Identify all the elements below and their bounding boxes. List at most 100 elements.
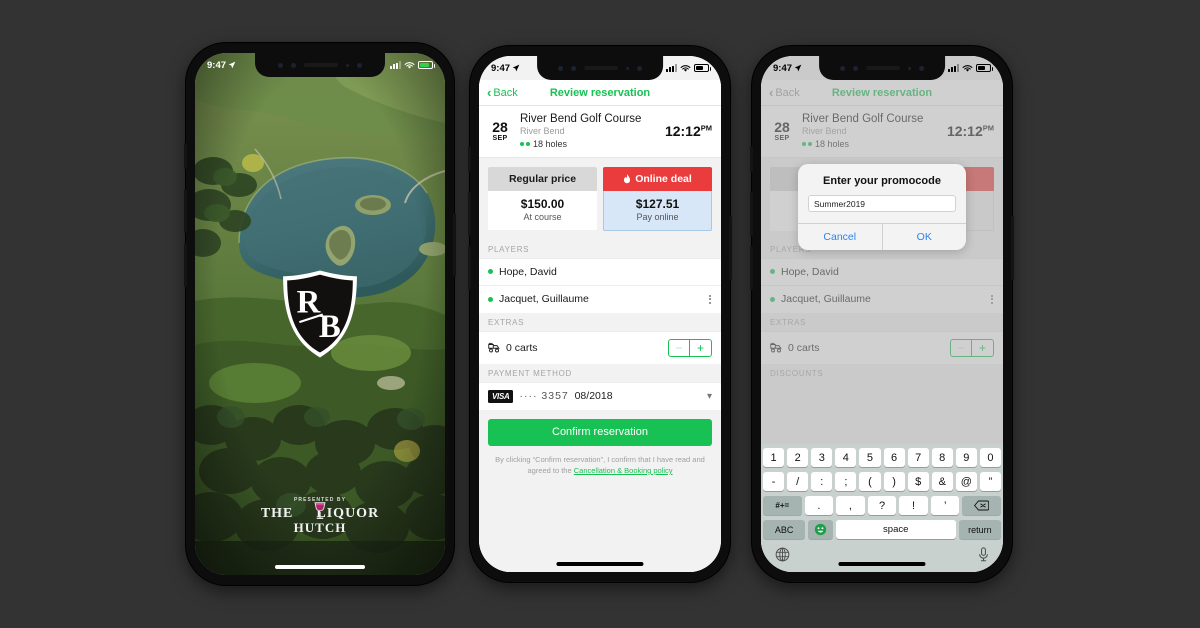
card-details: ···· 3357 08/2018 bbox=[519, 390, 700, 402]
key-symbols-toggle[interactable]: #+= bbox=[762, 496, 802, 515]
scroll-content[interactable]: 28 SEP River Bend Golf Course River Bend… bbox=[479, 106, 721, 572]
promocode-dialog-title: Enter your promocode bbox=[823, 175, 941, 187]
carts-stepper: − + bbox=[668, 338, 712, 357]
phone2-volume-up bbox=[468, 192, 471, 236]
sponsor-line-2: HUTCH bbox=[293, 520, 347, 536]
online-deal-amount: $127.51 bbox=[635, 196, 680, 211]
key-abc-toggle[interactable]: ABC bbox=[763, 520, 806, 539]
regular-price-amount: $150.00 bbox=[520, 196, 565, 211]
phone-review-reservation: 9:47 ‹ Back Review reservation 28 SEP Ri… bbox=[468, 46, 732, 582]
key-colon[interactable]: : bbox=[811, 472, 833, 491]
carts-increment-button[interactable]: + bbox=[690, 340, 711, 356]
globe-icon[interactable] bbox=[775, 547, 790, 562]
key-quote[interactable]: ” bbox=[979, 472, 1001, 491]
key-2[interactable]: 2 bbox=[787, 448, 809, 467]
player-status-dot bbox=[488, 269, 493, 275]
home-indicator[interactable] bbox=[275, 565, 365, 569]
carts-label: 0 carts bbox=[506, 341, 538, 354]
ir-camera-icon bbox=[852, 65, 858, 71]
extras-carts-row: 0 carts − + bbox=[479, 330, 721, 364]
key-ampersand[interactable]: & bbox=[931, 472, 953, 491]
date-day: 28 bbox=[492, 118, 508, 135]
location-arrow-icon bbox=[228, 61, 236, 69]
ir-camera-icon bbox=[570, 65, 576, 71]
course-info: River Bend Golf Course River Bend 18 hol… bbox=[520, 113, 657, 149]
ok-button[interactable]: OK bbox=[883, 224, 967, 250]
phone-promocode-entry: 9:4 7 Enter your promocode Summer2019 Can… bbox=[750, 46, 1014, 582]
cancellation-booking-policy-link[interactable]: Cancellation & Booking policy bbox=[574, 466, 673, 475]
key-1[interactable]: 1 bbox=[763, 448, 785, 467]
review-reservation-screen: 9:47 ‹ Back Review reservation 28 SEP Ri… bbox=[479, 56, 721, 572]
date-month: SEP bbox=[492, 134, 508, 142]
player-name: Hope, David bbox=[499, 265, 557, 278]
phone3-mute-switch bbox=[750, 146, 753, 172]
phone3-volume-down bbox=[750, 246, 753, 290]
key-6[interactable]: 6 bbox=[883, 448, 905, 467]
phone2-volume-down bbox=[468, 246, 471, 290]
key-paren-open[interactable]: ( bbox=[859, 472, 881, 491]
phone1-power-button bbox=[453, 213, 456, 277]
promocode-input[interactable]: Summer2019 bbox=[808, 195, 956, 212]
player-overflow-menu-icon[interactable] bbox=[708, 293, 712, 306]
microphone-icon[interactable] bbox=[978, 547, 989, 562]
ir-camera-icon bbox=[291, 62, 296, 68]
home-indicator[interactable] bbox=[556, 562, 644, 566]
price-options: Regular price $150.00 At course Online d… bbox=[479, 157, 721, 240]
keyboard-row-numbers: 1 2 3 4 5 6 7 8 9 0 bbox=[763, 448, 1001, 467]
home-indicator[interactable] bbox=[838, 562, 926, 566]
key-hyphen[interactable]: - bbox=[763, 472, 785, 491]
key-semicolon[interactable]: ; bbox=[835, 472, 857, 491]
onscreen-keyboard: 1 2 3 4 5 6 7 8 9 0 - / : ; () $ & @ ” … bbox=[761, 444, 1003, 572]
dot-projector-icon bbox=[918, 65, 924, 71]
key-0[interactable]: 0 bbox=[979, 448, 1001, 467]
regular-price-card[interactable]: Regular price $150.00 At course bbox=[488, 166, 597, 231]
phone2-notch bbox=[537, 56, 663, 80]
payment-method-row[interactable]: VISA ···· 3357 08/2018 ▾ bbox=[479, 381, 721, 410]
phone1-volume-down bbox=[184, 243, 187, 287]
back-label: Back bbox=[493, 86, 518, 99]
wifi-icon bbox=[404, 61, 415, 69]
key-8[interactable]: 8 bbox=[931, 448, 953, 467]
key-question[interactable]: ? bbox=[867, 496, 897, 515]
cancel-button[interactable]: Cancel bbox=[798, 224, 883, 250]
key-period[interactable]: . bbox=[804, 496, 834, 515]
key-space[interactable]: space bbox=[835, 520, 956, 539]
earpiece-speaker bbox=[583, 66, 618, 70]
cellular-signal-icon bbox=[948, 64, 959, 72]
key-4[interactable]: 4 bbox=[835, 448, 857, 467]
key-slash[interactable]: / bbox=[787, 472, 809, 491]
carts-decrement-button[interactable]: − bbox=[669, 339, 690, 356]
key-comma[interactable]: , bbox=[836, 496, 865, 515]
navigation-bar: ‹ Back Review reservation bbox=[479, 80, 721, 106]
chevron-down-icon[interactable]: ▾ bbox=[707, 391, 712, 402]
key-apostrophe[interactable]: ’ bbox=[930, 496, 960, 515]
extras-section-label: EXTRAS bbox=[488, 317, 525, 327]
splash-screen: 9:47 R B PRESENTED BY THE LIQUOR HUTCH bbox=[195, 53, 445, 575]
online-deal-note: Pay online bbox=[636, 211, 679, 222]
keyboard-bottom-bar bbox=[763, 544, 1001, 572]
reservation-summary[interactable]: 28 SEP River Bend Golf Course River Bend… bbox=[479, 106, 721, 158]
backspace-icon[interactable] bbox=[962, 496, 1002, 515]
emoji-icon[interactable] bbox=[808, 520, 833, 539]
key-9[interactable]: 9 bbox=[955, 448, 977, 467]
legal-disclaimer: By clicking “Confirm reservation”, I con… bbox=[479, 455, 721, 477]
key-exclamation[interactable]: ! bbox=[899, 496, 928, 515]
confirm-reservation-button[interactable]: Confirm reservation bbox=[488, 418, 712, 446]
promocode-screen: 9:4 7 Enter your promocode Summer2019 Can… bbox=[761, 56, 1003, 572]
front-camera-icon bbox=[278, 62, 283, 68]
holes-label: 18 holes bbox=[533, 138, 568, 149]
key-5[interactable]: 5 bbox=[859, 448, 881, 467]
key-at[interactable]: @ bbox=[955, 472, 977, 491]
promocode-dialog-actions: Cancel OK bbox=[798, 223, 966, 250]
key-7[interactable]: 7 bbox=[907, 448, 929, 467]
key-return[interactable]: return bbox=[958, 520, 1002, 539]
online-deal-card[interactable]: Online deal $127.51 Pay online bbox=[603, 166, 712, 231]
back-button[interactable]: ‹ Back bbox=[479, 86, 518, 99]
course-name: River Bend Golf Course bbox=[520, 113, 642, 125]
player-row-1[interactable]: Hope, David bbox=[479, 257, 721, 285]
key-3[interactable]: 3 bbox=[811, 448, 833, 467]
earpiece-speaker bbox=[865, 66, 900, 70]
key-dollar[interactable]: $ bbox=[907, 472, 929, 491]
player-row-2[interactable]: Jacquet, Guillaume bbox=[479, 284, 721, 313]
key-paren-close[interactable]: ) bbox=[883, 472, 905, 491]
